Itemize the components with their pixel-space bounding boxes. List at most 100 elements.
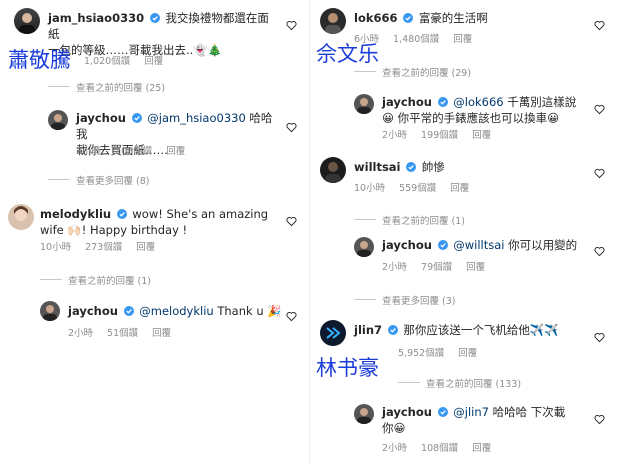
reply-button[interactable]: 回覆 <box>166 146 185 157</box>
reply-text-line2: 你😀 <box>382 421 406 435</box>
likes-count[interactable]: 108個讚 <box>421 443 458 454</box>
time-ago: 2小時 <box>382 262 408 273</box>
verified-badge-icon <box>437 97 448 107</box>
comment-text: 帥慘 <box>421 160 445 174</box>
likes-count[interactable]: 79個讚 <box>421 262 452 273</box>
verified-badge-icon <box>131 113 142 123</box>
like-heart-icon[interactable] <box>594 332 605 343</box>
reply-jaychou-5: jaychou @jlin7 哈哈哈 下次載 你😀 <box>382 404 592 436</box>
reply-button[interactable]: 回覆 <box>152 328 171 339</box>
reply-button[interactable]: 回覆 <box>466 262 485 273</box>
like-heart-icon[interactable] <box>286 20 297 31</box>
avatar-jam-hsiao[interactable] <box>14 8 40 34</box>
comment-text: wow! She's an amazing <box>132 207 269 221</box>
avatar-willtsai[interactable] <box>320 157 346 183</box>
view-previous-replies[interactable]: 查看之前的回覆 (25) <box>76 80 165 94</box>
likes-count[interactable]: 559個讚 <box>399 183 436 194</box>
reply-username[interactable]: jaychou <box>382 95 432 109</box>
reply-text: 千萬別這樣說 <box>503 95 577 109</box>
reply-meta: 2小時 199個讚 回覆 <box>382 127 505 141</box>
likes-count[interactable]: 5,952個讚 <box>398 348 444 359</box>
likes-count[interactable]: 273個讚 <box>85 242 122 253</box>
avatar-lok666[interactable] <box>320 8 346 34</box>
reply-username[interactable]: jaychou <box>382 405 432 419</box>
likes-count[interactable]: 1,020個讚 <box>84 56 130 67</box>
comment-username[interactable]: melodykliu <box>40 207 111 221</box>
time-ago: 10小時 <box>40 242 72 253</box>
avatar-jaychou[interactable] <box>48 110 68 130</box>
like-heart-icon[interactable] <box>286 122 297 133</box>
reply-button[interactable]: 回覆 <box>472 443 491 454</box>
mention-link[interactable]: @jlin7 <box>453 405 489 419</box>
verified-badge-icon <box>116 209 127 219</box>
comment-username[interactable]: lok666 <box>354 11 398 25</box>
comment-username[interactable]: jlin7 <box>354 323 382 337</box>
reply-username[interactable]: jaychou <box>382 238 432 252</box>
reply-button[interactable]: 回覆 <box>144 56 163 67</box>
view-previous-replies[interactable]: 查看之前的回覆 (1) <box>382 213 465 227</box>
like-heart-icon[interactable] <box>594 20 605 31</box>
likes-count[interactable]: 203個讚 <box>115 146 152 157</box>
comment-meta: 5,952個讚 回覆 <box>398 345 491 359</box>
reply-button[interactable]: 回覆 <box>472 130 491 141</box>
reply-jaychou-3: jaychou @lok666 千萬別這樣說 😀 你平常的手錶應該也可以換車😀 <box>382 94 592 126</box>
view-previous-replies[interactable]: 查看之前的回覆 (133) <box>426 376 521 390</box>
reply-text: 你可以用變的 <box>504 238 578 252</box>
comment-lok666: lok666 富豪的生活啊 <box>354 10 584 26</box>
verified-badge-icon <box>406 162 417 172</box>
like-heart-icon[interactable] <box>286 311 297 322</box>
reply-button[interactable]: 回覆 <box>458 348 477 359</box>
time-ago: 2小時 <box>76 146 102 157</box>
mention-link[interactable]: @lok666 <box>453 95 503 109</box>
avatar-jaychou[interactable] <box>354 237 374 257</box>
comment-username[interactable]: jam_hsiao0330 <box>48 11 144 25</box>
reply-meta: 2小時 51個讚 回覆 <box>68 325 185 339</box>
time-ago: 2小時 <box>68 328 94 339</box>
like-heart-icon[interactable] <box>594 104 605 115</box>
likes-count[interactable]: 51個讚 <box>107 328 138 339</box>
view-previous-replies[interactable]: 查看之前的回覆 (1) <box>68 273 151 287</box>
verified-badge-icon <box>149 13 160 23</box>
reply-button[interactable]: 回覆 <box>136 242 155 253</box>
reply-username[interactable]: jaychou <box>68 304 118 318</box>
replies-line <box>48 179 70 180</box>
avatar-jlin7[interactable] <box>320 320 346 346</box>
comment-username[interactable]: willtsai <box>354 160 401 174</box>
like-heart-icon[interactable] <box>286 216 297 227</box>
comment-willtsai: willtsai 帥慘 <box>354 159 584 175</box>
reply-text: Thank u 🎉 <box>213 304 282 318</box>
likes-count[interactable]: 199個讚 <box>421 130 458 141</box>
replies-line <box>48 86 70 87</box>
like-heart-icon[interactable] <box>594 168 605 179</box>
comment-text: 富豪的生活啊 <box>418 11 488 25</box>
mention-link[interactable]: @melodykliu <box>139 304 213 318</box>
reply-jaychou-2: jaychou @melodykliu Thank u 🎉 <box>68 303 282 319</box>
avatar-jaychou[interactable] <box>40 301 60 321</box>
reply-button[interactable]: 回覆 <box>450 183 469 194</box>
view-more-replies[interactable]: 查看更多回覆 (3) <box>382 293 455 307</box>
verified-badge-icon <box>403 13 414 23</box>
reply-meta: 2小時 108個讚 回覆 <box>382 440 505 454</box>
avatar-melodykliu[interactable] <box>8 204 34 230</box>
replies-line <box>40 279 62 280</box>
mention-link[interactable]: @jam_hsiao0330 <box>147 111 246 125</box>
verified-badge-icon <box>437 407 448 417</box>
like-heart-icon[interactable] <box>594 414 605 425</box>
reply-button[interactable]: 回覆 <box>453 34 472 45</box>
left-comment-column: jam_hsiao0330 我交換禮物都還在面紙 一包的等級……哥載我出去..👻… <box>0 0 310 465</box>
caption-name-label: 林书豪 <box>316 356 379 380</box>
caption-name-label: 佘文乐 <box>316 42 379 66</box>
avatar-jaychou[interactable] <box>354 404 374 424</box>
mention-link[interactable]: @willtsai <box>453 238 504 252</box>
view-more-replies[interactable]: 查看更多回覆 (8) <box>76 173 149 187</box>
reply-text: 哈哈哈 下次載 <box>488 405 566 419</box>
view-previous-replies[interactable]: 查看之前的回覆 (29) <box>382 65 471 79</box>
avatar-jaychou[interactable] <box>354 94 374 114</box>
reply-username[interactable]: jaychou <box>76 111 126 125</box>
comment-text-line2: wife 🙌🏻! Happy birthday ! <box>40 223 188 237</box>
time-ago: 2小時 <box>382 443 408 454</box>
comment-jam-hsiao: jam_hsiao0330 我交換禮物都還在面紙 一包的等級……哥載我出去..👻… <box>48 10 278 58</box>
likes-count[interactable]: 1,480個讚 <box>393 34 439 45</box>
like-heart-icon[interactable] <box>594 246 605 257</box>
caption-name-label: 蕭敬騰 <box>8 48 71 72</box>
